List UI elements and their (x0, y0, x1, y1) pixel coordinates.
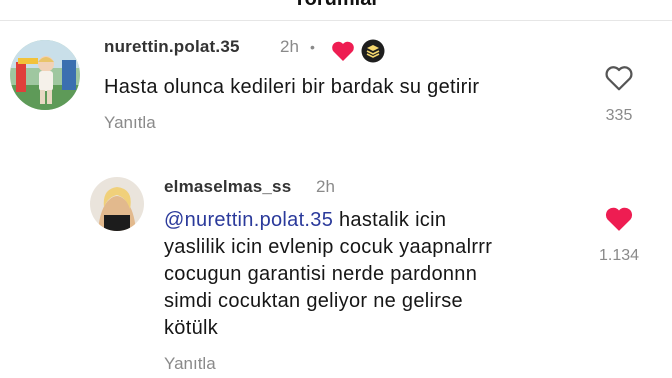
like-count: 1.134 (598, 247, 640, 264)
comment-username[interactable]: nurettin.polat.35 (104, 37, 240, 57)
heart-filled-icon[interactable] (604, 205, 634, 238)
creator-heart-icon (330, 40, 356, 67)
reply-button[interactable]: Yanıtla (164, 354, 216, 374)
separator-dot: • (310, 39, 315, 55)
comment-time: 2h (316, 177, 335, 196)
comments-title: Yorumlar (0, 0, 672, 11)
comment-line: simdi cocuktan geliyor ne gelirse (164, 290, 463, 312)
comment-username[interactable]: elmaselmas_ss (164, 177, 291, 197)
avatar[interactable] (90, 177, 144, 231)
comment-line: kötülk (164, 317, 219, 339)
mention-link[interactable]: @nurettin.polat.35 (164, 209, 333, 231)
avatar[interactable] (10, 40, 80, 110)
heart-outline-icon[interactable] (604, 64, 634, 97)
comment-text: Hasta olunca kedileri bir bardak su geti… (104, 76, 480, 98)
comment-line: cocugun garantisi nerde pardonnn (164, 263, 478, 285)
comment-line: hastalik icin (333, 209, 447, 231)
comment-text: @nurettin.polat.35 hastalik icin yaslili… (164, 207, 584, 342)
header-divider (0, 20, 672, 21)
reply-button[interactable]: Yanıtla (104, 113, 156, 133)
like-count: 335 (605, 107, 633, 124)
comment-line: yaslilik icin evlenip cocuk yaapnalrrr (164, 236, 493, 258)
comment-time: 2h (280, 37, 299, 56)
stacked-badge-icon (361, 39, 385, 68)
